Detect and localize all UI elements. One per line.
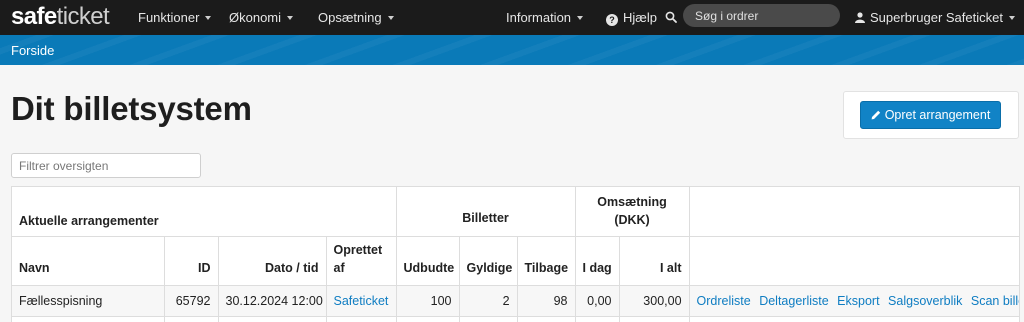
top-navbar: safeticket Funktioner Økonomi Opsætning … <box>0 0 1024 35</box>
group-header-events: Aktuelle arrangementer <box>12 187 397 237</box>
user-menu[interactable]: Superbruger Safeticket <box>855 0 1015 35</box>
column-header-id[interactable]: ID <box>163 235 219 286</box>
cell-empty <box>395 315 460 322</box>
help-label: Hjælp <box>623 10 657 25</box>
cell-empty <box>516 315 576 322</box>
create-event-button[interactable]: Opret arrangement <box>860 101 1001 129</box>
cell-empty <box>217 315 327 322</box>
column-header-today[interactable]: I dag <box>574 235 620 286</box>
filter-overview-input[interactable] <box>11 153 201 178</box>
cell-date: 30.12.2024 12:00 <box>217 284 327 317</box>
caret-down-icon <box>1008 16 1015 20</box>
cell-empty <box>325 315 397 322</box>
group-header-revenue: Omsætning (DKK) <box>574 187 690 237</box>
menu-okonomi-label: Økonomi <box>229 10 282 25</box>
created-by-line1: Oprettet <box>333 242 383 257</box>
brand-logo-part2: ticket <box>56 3 110 30</box>
cell-empty <box>163 315 219 322</box>
order-search-input[interactable] <box>683 4 840 27</box>
events-table: Aktuelle arrangementer Billetter Omsætni… <box>11 186 1020 322</box>
caret-down-icon <box>387 16 394 20</box>
cell-offered: 100 <box>395 284 460 317</box>
cell-empty <box>618 315 690 322</box>
cell-refund: 98 <box>516 284 576 317</box>
cell-empty <box>574 315 620 322</box>
cell-id: 65792 <box>163 284 219 317</box>
created-by-link[interactable]: Safeticket <box>334 294 389 308</box>
group-header-tickets: Billetter <box>395 187 576 237</box>
column-header-refund[interactable]: Tilbage <box>516 235 576 286</box>
column-header-total[interactable]: I alt <box>618 235 690 286</box>
table-row: Fællesspisning 65792 30.12.2024 12:00 Sa… <box>12 284 1019 317</box>
cell-created-by: Safeticket <box>325 284 397 317</box>
create-event-button-label: Opret arrangement <box>884 108 991 122</box>
menu-information-label: Information <box>506 10 572 25</box>
export-link[interactable]: Eksport <box>837 294 879 308</box>
column-header-offered[interactable]: Udbudte <box>395 235 460 286</box>
table-row-partial <box>12 315 1019 322</box>
breadcrumb-home[interactable]: Forside <box>11 35 54 66</box>
help-link[interactable]: ? Hjælp <box>606 0 657 35</box>
cell-actions: Ordreliste Deltagerliste Eksport Salgsov… <box>688 284 1019 317</box>
group-header-empty <box>688 187 1019 237</box>
participant-list-link[interactable]: Deltagerliste <box>759 294 828 308</box>
menu-opsaetning[interactable]: Opsætning <box>318 0 394 35</box>
caret-down-icon <box>287 16 294 20</box>
question-circle-icon: ? <box>606 14 618 26</box>
revenue-header-line1: Omsætning <box>597 195 667 210</box>
brand-logo-part1: safe <box>11 3 57 30</box>
column-header-name[interactable]: Navn <box>12 235 165 286</box>
cell-total: 300,00 <box>618 284 690 317</box>
menu-funktioner-label: Funktioner <box>138 10 200 25</box>
caret-down-icon <box>577 16 584 20</box>
created-by-line2: af <box>333 260 345 275</box>
cell-empty <box>688 315 1019 322</box>
column-header-created-by[interactable]: Oprettet af <box>325 235 397 286</box>
menu-opsaetning-label: Opsætning <box>318 10 382 25</box>
cell-empty <box>12 315 165 322</box>
user-icon <box>855 12 865 23</box>
create-event-panel: Opret arrangement <box>843 91 1019 139</box>
order-list-link[interactable]: Ordreliste <box>697 294 751 308</box>
menu-okonomi[interactable]: Økonomi <box>229 0 294 35</box>
column-header-date[interactable]: Dato / tid <box>217 235 327 286</box>
menu-funktioner[interactable]: Funktioner <box>138 0 212 35</box>
scan-ticket-link[interactable]: Scan billet <box>971 294 1019 308</box>
cell-valid: 2 <box>458 284 518 317</box>
caret-down-icon <box>205 16 212 20</box>
cell-today: 0,00 <box>574 284 620 317</box>
sales-overview-link[interactable]: Salgsoverblik <box>888 294 962 308</box>
pencil-icon <box>871 110 880 120</box>
search-icon[interactable] <box>665 11 677 23</box>
column-header-actions <box>688 235 1019 286</box>
cell-name: Fællesspisning <box>12 284 165 317</box>
breadcrumb-bar: Forside <box>0 35 1024 65</box>
menu-information[interactable]: Information <box>506 0 584 35</box>
brand-logo[interactable]: safeticket <box>11 3 110 30</box>
cell-empty <box>458 315 518 322</box>
user-menu-label: Superbruger Safeticket <box>870 10 1003 25</box>
column-header-valid[interactable]: Gyldige <box>458 235 518 286</box>
page-title: Dit billetsystem <box>11 90 252 127</box>
revenue-header-line2: (DKK) <box>614 213 650 228</box>
